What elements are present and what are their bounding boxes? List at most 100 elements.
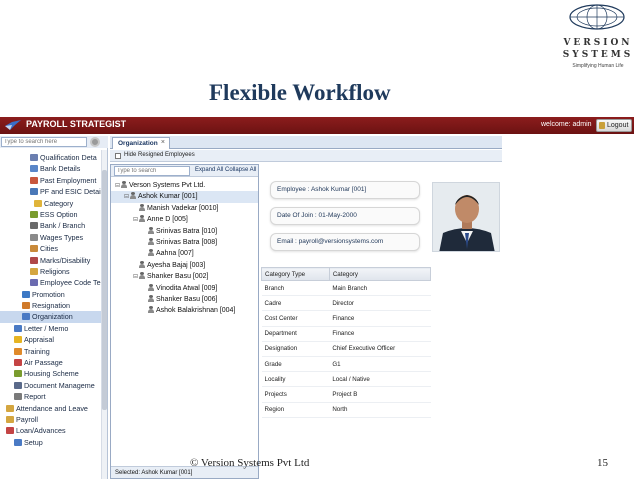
person-icon <box>130 192 136 200</box>
sidebar-item-label: Cities <box>40 244 58 254</box>
sidebar-item[interactable]: Employee Code Te <box>0 277 101 288</box>
sidebar-item[interactable]: Bank Details <box>0 163 101 174</box>
category-type-cell: Projects <box>261 386 330 403</box>
sidebar-item[interactable]: ESS Option <box>0 209 101 220</box>
category-table: Category Type Category Branch Main Branch… <box>261 267 432 418</box>
report-icon <box>14 393 22 401</box>
tree-node-label: Ayesha Bajaj [003] <box>147 261 206 269</box>
tab-bar: Organization × <box>110 136 502 149</box>
close-icon[interactable]: × <box>161 139 165 146</box>
tree-node[interactable]: ⊟ Shanker Basu [002] <box>111 271 258 282</box>
sidebar-nav: Qualification Deta Bank Details Past Emplo… <box>0 152 101 448</box>
tree-node[interactable]: Srinivas Batra [010] <box>111 226 258 237</box>
sidebar-item[interactable]: Report <box>0 391 101 402</box>
tree-node[interactable]: Vinodita Atwal [009] <box>111 283 258 294</box>
sidebar-item[interactable]: Appraisal <box>0 334 101 345</box>
sidebar-item[interactable]: Promotion <box>0 289 101 300</box>
tree-node-label: Shanker Basu [002] <box>147 273 209 281</box>
sidebar-item[interactable]: Organization <box>0 311 101 323</box>
table-row[interactable]: Designation Chief Executive Officer <box>261 341 431 357</box>
sidebar-item[interactable]: Setup <box>0 437 101 448</box>
sidebar-item[interactable]: Qualification Deta <box>0 152 101 163</box>
logout-button[interactable]: Logout <box>596 119 632 132</box>
sidebar-item[interactable]: Marks/Disability <box>0 255 101 266</box>
tree-node[interactable]: Ashok Balakrishnan [004] <box>111 305 258 316</box>
sidebar-item-label: Document Manageme <box>24 380 95 390</box>
table-row[interactable]: Grade G1 <box>261 356 431 373</box>
tab-organization[interactable]: Organization × <box>112 137 170 149</box>
sidebar-item-label: Past Employment <box>40 175 97 185</box>
sidebar-item-label: Religions <box>40 266 70 276</box>
table-row[interactable]: Department Finance <box>261 326 431 342</box>
org-tree: ⊟ Verson Systems Pvt Ltd. ⊟ Ashok Kumar [00… <box>111 180 258 317</box>
tree-search-input[interactable] <box>114 166 190 176</box>
sidebar-item[interactable]: Housing Scheme <box>0 368 101 379</box>
sidebar-item[interactable]: Training <box>0 346 101 357</box>
tree-node-label: Shanker Basu [006] <box>156 295 218 303</box>
person-icon <box>148 306 154 314</box>
sidebar-item[interactable]: Letter / Memo <box>0 323 101 334</box>
sidebar-scrollbar[interactable] <box>101 150 107 479</box>
sidebar-search-input[interactable] <box>1 137 87 147</box>
sidebar-item[interactable]: Loan/Advances <box>0 425 101 436</box>
sidebar-item[interactable]: Bank / Branch <box>0 220 101 231</box>
sidebar-item-label: Report <box>24 392 46 402</box>
gear-icon[interactable] <box>90 137 100 147</box>
globe-logo-icon <box>569 4 625 30</box>
tree-node[interactable]: Shanker Basu [006] <box>111 294 258 305</box>
sidebar-item-label: Wages Types <box>40 232 84 242</box>
table-row[interactable]: Region North <box>261 402 431 418</box>
tree-node-label: Aahna [007] <box>156 250 194 258</box>
scrollbar-thumb[interactable] <box>102 170 107 410</box>
option-icon <box>30 210 38 218</box>
slide-title: Flexible Workflow <box>209 80 391 105</box>
sidebar-item[interactable]: Past Employment <box>0 175 101 186</box>
logo-brand-line2: SYSTEMS <box>562 50 634 60</box>
tree-node[interactable]: Ayesha Bajaj [003] <box>111 260 258 271</box>
table-row[interactable]: Branch Main Branch <box>261 280 431 297</box>
sidebar-item[interactable]: Air Passage <box>0 357 101 368</box>
house-icon <box>14 370 22 378</box>
table-row[interactable]: Cost Center Finance <box>261 310 431 327</box>
sidebar-item[interactable]: Cities <box>0 243 101 254</box>
star-icon <box>14 336 22 344</box>
tree-node[interactable]: ⊟ Anne D [005] <box>111 214 258 225</box>
expand-all-button[interactable]: Expand All <box>195 167 223 173</box>
employee-name-box: Employee : Ashok Kumar [001] <box>270 181 420 199</box>
tree-node-label: Verson Systems Pvt Ltd. <box>129 182 206 189</box>
tree-node-label: Srinivas Batra [010] <box>156 227 218 235</box>
tree-node-label: Manish Vadekar [0010] <box>147 204 219 212</box>
sidebar-item[interactable]: Category <box>0 198 101 209</box>
tree-node[interactable]: ⊟ Ashok Kumar [001] <box>111 191 258 203</box>
sidebar-item-label: Qualification Deta <box>40 153 97 162</box>
tree-node-label: Srinivas Batra [008] <box>156 238 218 246</box>
column-header[interactable]: Category Type <box>261 267 330 281</box>
collapse-all-button[interactable]: Collapse All <box>225 167 256 173</box>
tree-node[interactable]: ⊟ Verson Systems Pvt Ltd. <box>111 180 258 191</box>
sidebar-item[interactable]: PF and ESIC Detail <box>0 186 101 197</box>
person-icon <box>139 215 145 223</box>
sidebar-item-label: Organization <box>32 312 73 322</box>
sidebar-item-label: Loan/Advances <box>16 426 66 436</box>
category-type-cell: Designation <box>261 341 330 357</box>
category-value-cell: Main Branch <box>329 280 431 297</box>
tree-node[interactable]: Aahna [007] <box>111 248 258 259</box>
column-header[interactable]: Category <box>328 267 432 281</box>
sidebar-item[interactable]: Wages Types <box>0 232 101 243</box>
tree-node[interactable]: Manish Vadekar [0010] <box>111 203 258 214</box>
hide-resigned-checkbox[interactable] <box>115 153 121 159</box>
sidebar-item[interactable]: Document Manageme <box>0 380 101 391</box>
app-header: PAYROLL STRATEGIST welcome: admin Logout <box>0 117 634 134</box>
document-icon <box>30 165 38 173</box>
logo-brand-line1: VERSION <box>563 38 633 48</box>
sidebar-item-label: Resignation <box>32 301 70 311</box>
sidebar-item[interactable]: Religions <box>0 266 101 277</box>
sidebar-item-label: Letter / Memo <box>24 323 69 333</box>
sidebar-item[interactable]: Payroll <box>0 414 101 425</box>
sidebar-item[interactable]: Attendance and Leave <box>0 403 101 414</box>
tree-node[interactable]: Srinivas Batra [008] <box>111 237 258 248</box>
table-row[interactable]: Cadre Director <box>261 295 431 312</box>
sidebar-item[interactable]: Resignation <box>0 300 101 311</box>
table-row[interactable]: Locality Local / Native <box>261 371 431 388</box>
table-row[interactable]: Projects Project B <box>261 386 431 403</box>
